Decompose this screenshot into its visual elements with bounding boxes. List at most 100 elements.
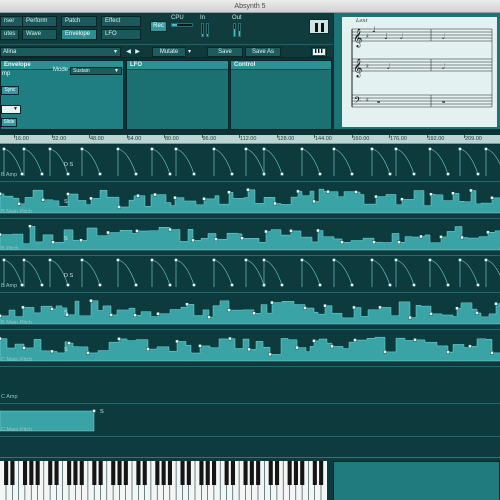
mutate-button[interactable]: Mutate [152, 47, 186, 57]
envelope-track[interactable]: C Main Pitch S [0, 330, 500, 367]
envelope-graph[interactable] [0, 219, 500, 256]
black-key [249, 461, 254, 485]
lfo-panel-header: LFO [127, 61, 228, 70]
envelope-graph[interactable] [0, 404, 500, 437]
breakpoint-handle [388, 283, 392, 287]
breakpoint-handle [354, 190, 358, 194]
breakpoint-handle [326, 189, 330, 194]
black-key [73, 461, 78, 485]
save-button[interactable]: Save [207, 47, 243, 57]
envelope-track[interactable]: B Main Pitch S [0, 182, 500, 219]
breakpoint-handle [20, 283, 24, 287]
previous-preset-button[interactable]: ◀ [125, 48, 132, 56]
preset-row: Alina ▼ ◀ ▶ Mutate ▾ Save Save As [0, 44, 333, 58]
breakpoint-handle [174, 147, 178, 151]
timeline-ruler[interactable]: 16.00 32.00 48.00 64.00 80.00 96.00 112.00 128.… [0, 135, 500, 144]
envelope-track[interactable]: B Amp D S [0, 145, 500, 182]
breakpoint-handle [318, 283, 322, 287]
breakpoint-handle [246, 188, 250, 192]
nav-effect-button[interactable]: Effect [101, 16, 141, 27]
record-button[interactable]: Rec [150, 21, 167, 32]
breakpoint-handle [455, 306, 459, 311]
slide-button[interactable]: Slide [1, 118, 17, 127]
panic-button[interactable] [309, 19, 329, 34]
black-key [98, 461, 103, 485]
breakpoint-handle [490, 196, 494, 200]
ruler-tick-label: 160.00 [352, 136, 370, 142]
nav-wave-button[interactable]: Wave [22, 29, 57, 40]
envelope-curve [81, 148, 101, 176]
track-label: B Amp [1, 283, 18, 289]
envelope-track[interactable]: C Amp [0, 367, 500, 404]
envelope-select[interactable]: ▼ [1, 105, 21, 114]
breakpoint-handle [295, 345, 299, 350]
nav-patch-button[interactable]: Patch [61, 16, 97, 27]
black-key [155, 461, 160, 485]
breakpoint-handle [350, 172, 354, 176]
preset-select[interactable]: Alina ▼ [0, 47, 121, 57]
black-key [167, 461, 172, 485]
envelope-curve [333, 148, 353, 176]
breakpoint-handle [135, 229, 139, 233]
nav-lfo-button[interactable]: LFO [101, 29, 141, 40]
control-panel-title: Control [234, 62, 256, 68]
envelope-track[interactable]: C Main Pitch S [0, 404, 500, 437]
breakpoint-handle [475, 311, 479, 315]
envelope-graph[interactable] [0, 145, 500, 182]
chevron-down-icon: ▼ [114, 68, 119, 74]
breakpoint-handle [412, 283, 416, 287]
breakpoint-handle [394, 258, 398, 262]
envelope-curve [301, 259, 321, 287]
nav-perform-button[interactable]: Perform [22, 16, 57, 27]
envelope-graph[interactable] [0, 293, 500, 330]
save-as-button[interactable]: Save As [245, 47, 281, 57]
breakpoint-handle [0, 314, 2, 318]
absynth-window: Absynth 5 rser Perform Patch Effect utes… [0, 0, 500, 500]
svg-text:𝅗𝅥: 𝅗𝅥 [442, 32, 445, 41]
breakpoint-handle [0, 336, 2, 341]
sync-button[interactable]: Sync [1, 86, 19, 95]
breakpoint-handle [312, 199, 316, 204]
breakpoint-handle [429, 312, 433, 316]
next-preset-button[interactable]: ▶ [134, 48, 141, 56]
breakpoint-handle [2, 147, 6, 151]
breakpoint-handle [2, 258, 6, 262]
black-key [293, 461, 298, 485]
envelope-graph[interactable] [0, 182, 500, 219]
track-marker: S [64, 199, 68, 205]
mode-select[interactable]: Sustain ▼ [70, 67, 122, 75]
chevron-down-icon: ▼ [13, 106, 18, 112]
envelope-track[interactable]: B Pitch S [0, 219, 500, 256]
breakpoint-handle [458, 147, 462, 151]
keyboard-toggle-button[interactable] [311, 47, 327, 57]
breakpoint-handle [419, 234, 423, 239]
envelope-curve [395, 148, 415, 176]
envelope-graph[interactable] [0, 256, 500, 293]
breakpoint-handle [66, 283, 70, 287]
track-label: B Main Pitch [1, 320, 32, 326]
breakpoint-handle [372, 240, 376, 244]
breakpoint-handle [0, 192, 2, 196]
breakpoint-handle [332, 147, 336, 151]
nav-attributes-button[interactable]: utes [0, 29, 19, 40]
output-meter-right-fill [239, 30, 240, 36]
breakpoint-handle [240, 236, 244, 240]
breakpoint-handle [136, 193, 140, 198]
envelope-graph[interactable] [0, 367, 500, 404]
svg-text:𝅗𝅥: 𝅗𝅥 [400, 32, 403, 41]
svg-text:♯: ♯ [366, 33, 369, 40]
breakpoint-handle [98, 172, 102, 176]
breakpoint-handle [133, 313, 137, 317]
breakpoint-handle [212, 147, 216, 151]
nav-envelope-button[interactable]: Envelope [61, 29, 97, 40]
envelope-curve [395, 259, 415, 287]
envelope-track[interactable]: B Amp D S [0, 256, 500, 293]
black-key [35, 461, 40, 485]
mutate-menu-button[interactable]: ▾ [188, 48, 191, 55]
envelope-curve [485, 148, 500, 176]
track-label: C Amp [1, 394, 18, 400]
breakpoint-handle [92, 409, 96, 413]
envelope-graph[interactable] [0, 330, 500, 367]
piano-keyboard[interactable] [0, 461, 329, 500]
envelope-track[interactable]: B Main Pitch S [0, 293, 500, 330]
